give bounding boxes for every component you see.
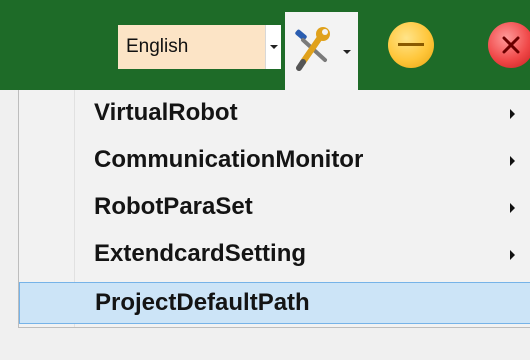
chevron-right-icon <box>510 250 515 260</box>
menu-item-label: ProjectDefaultPath <box>95 289 310 316</box>
menu-item-label: VirtualRobot <box>94 99 238 126</box>
tools-menu-button[interactable] <box>285 12 358 90</box>
language-select[interactable]: English <box>118 25 281 69</box>
tools-dropdown-menu: VirtualRobot CommunicationMonitor RobotP… <box>18 90 530 328</box>
title-bar: English <box>0 0 530 90</box>
menu-item-project-default-path[interactable]: ProjectDefaultPath <box>19 282 530 324</box>
close-icon <box>502 36 520 54</box>
menu-item-label: ExtendcardSetting <box>94 240 307 267</box>
menu-item-robot-para-set[interactable]: RobotParaSet <box>19 184 530 231</box>
menu-item-communication-monitor[interactable]: CommunicationMonitor <box>19 137 530 184</box>
chevron-down-icon <box>343 50 351 54</box>
wrench-screwdriver-icon <box>295 27 330 71</box>
minimize-button[interactable] <box>388 22 434 68</box>
menu-item-label: RobotParaSet <box>94 193 253 220</box>
menu-item-extendcard-setting[interactable]: ExtendcardSetting <box>19 231 530 278</box>
chevron-right-icon <box>510 156 515 166</box>
close-button[interactable] <box>488 22 530 68</box>
chevron-right-icon <box>510 109 515 119</box>
menu-item-label: CommunicationMonitor <box>94 146 364 173</box>
chevron-right-icon <box>510 203 515 213</box>
menu-item-virtual-robot[interactable]: VirtualRobot <box>19 90 530 137</box>
language-select-value[interactable]: English <box>118 36 265 58</box>
minimize-icon <box>398 43 424 46</box>
chevron-down-icon[interactable] <box>265 25 281 69</box>
